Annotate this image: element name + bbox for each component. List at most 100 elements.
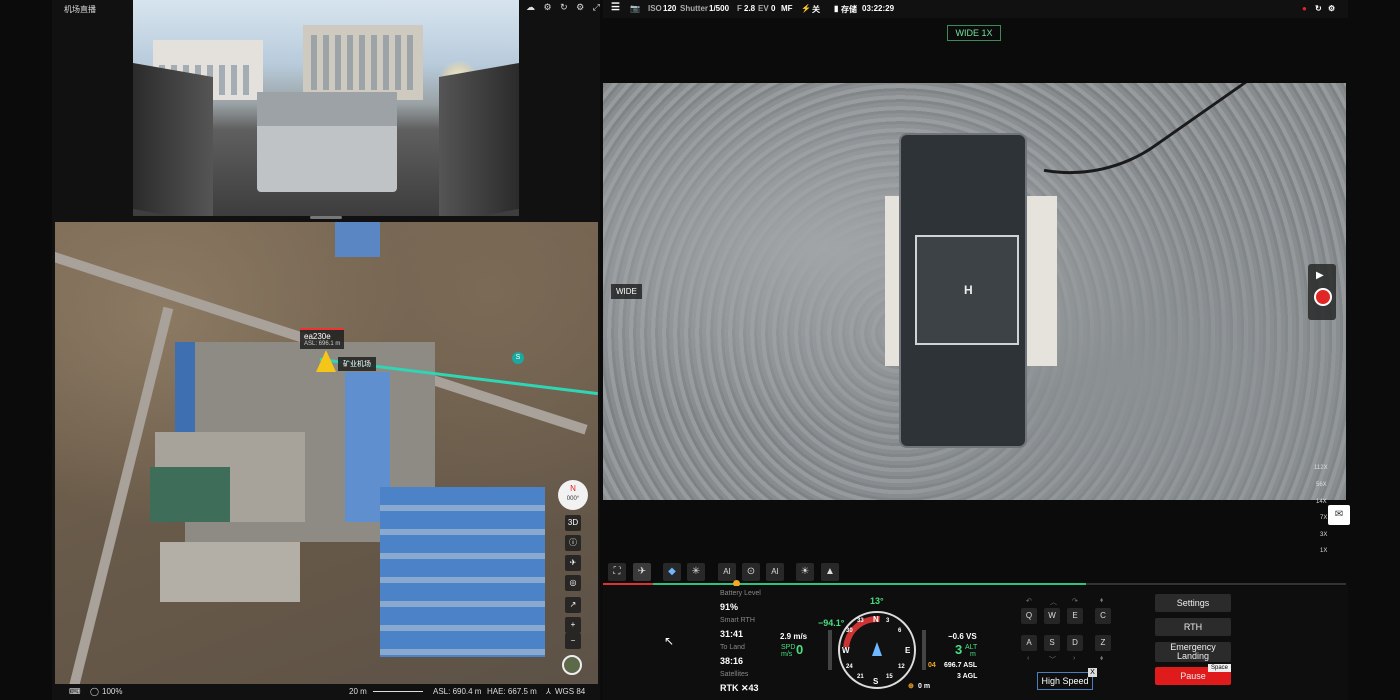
zoom-1x[interactable]: 1X bbox=[1320, 548, 1327, 554]
drone-tag[interactable]: ea230e ASL: 696.1 m bbox=[300, 328, 345, 349]
app-window: 机场直播 ☁ ⚙ ↻ ⚙ ⤢ ea230e ASL: 696.1 m 矿业机场 … bbox=[0, 0, 1400, 700]
lightning-icon: ⚡ bbox=[801, 4, 811, 13]
settings-button[interactable]: Settings bbox=[1155, 594, 1231, 612]
zoom-14x[interactable]: 14X bbox=[1316, 499, 1327, 505]
speed-mode-button[interactable]: High Speed bbox=[1037, 672, 1093, 690]
map-compass[interactable]: N 000° bbox=[558, 480, 588, 510]
key-c[interactable]: C bbox=[1095, 608, 1111, 624]
ai-tool-icon[interactable]: AI bbox=[766, 563, 784, 581]
settings-gear-icon[interactable]: ⚙ bbox=[1328, 4, 1335, 13]
record-button[interactable] bbox=[1314, 288, 1332, 306]
building-windows bbox=[311, 35, 415, 90]
key-e[interactable]: E bbox=[1067, 608, 1083, 624]
tick-15: 15 bbox=[886, 674, 893, 680]
ai-box-tool-icon[interactable]: AI bbox=[718, 563, 736, 581]
compass-n: N bbox=[570, 484, 576, 493]
warehouse-roof bbox=[380, 487, 545, 657]
ev-value[interactable]: 0 bbox=[771, 4, 775, 13]
key-s[interactable]: S bbox=[1044, 635, 1060, 651]
blue-roof bbox=[175, 342, 195, 432]
lens-side-label[interactable]: WIDE bbox=[611, 284, 642, 299]
flash-state[interactable]: 关 bbox=[812, 4, 820, 15]
compass-value: 000° bbox=[566, 496, 580, 502]
mission-progress-warning bbox=[603, 583, 653, 585]
waypoint-tool-icon[interactable]: ◆ bbox=[663, 563, 681, 581]
target-tool-icon[interactable]: ⊙ bbox=[742, 563, 760, 581]
iso-value[interactable]: 120 bbox=[663, 4, 676, 13]
speed-mode-close-button[interactable]: X bbox=[1088, 668, 1097, 677]
dock-tag[interactable]: 矿业机场 bbox=[338, 357, 376, 371]
light-tool-icon[interactable]: ☀ bbox=[796, 563, 814, 581]
map-info-button[interactable]: ⓘ bbox=[565, 535, 581, 551]
tick-24: 24 bbox=[846, 664, 853, 670]
focus-mode[interactable]: MF bbox=[781, 4, 793, 13]
tick-21: 21 bbox=[857, 674, 864, 680]
tick-30: 30 bbox=[846, 628, 853, 634]
alt-unit: m bbox=[970, 651, 976, 658]
zoom-112x[interactable]: 112X bbox=[1314, 465, 1328, 471]
grid-tool-icon[interactable]: ⛶ bbox=[608, 563, 626, 581]
fly-to-tool-icon[interactable]: ✈ bbox=[633, 563, 651, 581]
chat-icon[interactable]: ✉ bbox=[1328, 505, 1350, 525]
agl-value: 3 AGL bbox=[957, 673, 978, 680]
zoom-out-button[interactable]: − bbox=[565, 633, 581, 649]
zoom-3x[interactable]: 3X bbox=[1320, 532, 1327, 538]
spd-label: SPD bbox=[781, 644, 796, 651]
map-3d-button[interactable]: 3D bbox=[565, 515, 581, 531]
pitch-value: −94.1° bbox=[818, 618, 845, 628]
video-camera-icon[interactable]: ▶ bbox=[1316, 270, 1324, 281]
key-z[interactable]: Z bbox=[1095, 635, 1111, 651]
key-a[interactable]: A bbox=[1021, 635, 1037, 651]
menu-icon[interactable]: ☰ bbox=[611, 2, 620, 13]
zoom-56x[interactable]: 56X bbox=[1316, 482, 1327, 488]
dock-camera-feed[interactable] bbox=[133, 0, 519, 216]
rth-button[interactable]: RTH bbox=[1155, 618, 1231, 636]
split-handle[interactable] bbox=[310, 216, 342, 219]
storage-icon: ▮ bbox=[834, 4, 839, 13]
home-distance: 0 m bbox=[918, 683, 931, 690]
mission-progress-fill bbox=[603, 583, 1086, 585]
map-measure-button[interactable]: ↗ bbox=[565, 597, 581, 613]
emergency-landing-button[interactable]: Emergency Landing bbox=[1155, 642, 1231, 662]
navigate-tool-icon[interactable]: ▲ bbox=[821, 563, 839, 581]
drone-position-icon[interactable] bbox=[316, 350, 336, 372]
f-value[interactable]: 2.8 bbox=[744, 4, 755, 13]
key-d[interactable]: D bbox=[1067, 635, 1083, 651]
tick-6: 6 bbox=[898, 628, 902, 634]
to-land-label: To Land bbox=[720, 644, 745, 651]
map-view[interactable] bbox=[55, 222, 598, 684]
satellites-label: Satellites bbox=[720, 671, 749, 678]
refresh-icon[interactable]: ↻ bbox=[1315, 4, 1322, 13]
space-shortcut-badge: Space bbox=[1208, 664, 1232, 672]
hspeed-value: 2.9 m/s bbox=[780, 632, 808, 641]
building bbox=[303, 25, 423, 100]
key-w[interactable]: W bbox=[1044, 608, 1060, 624]
map-aircraft-button[interactable]: ✈ bbox=[565, 555, 581, 571]
tick-3: 3 bbox=[886, 618, 890, 624]
shutter-value[interactable]: 1/500 bbox=[709, 4, 729, 13]
map-layer-avatar[interactable] bbox=[562, 655, 582, 675]
route-start-badge[interactable]: S bbox=[512, 352, 524, 364]
drone-asl: ASL: 696.1 m bbox=[304, 341, 341, 347]
key-q[interactable]: Q bbox=[1021, 608, 1037, 624]
star-tool-icon[interactable]: ✳ bbox=[687, 563, 705, 581]
blue-roof bbox=[335, 222, 380, 257]
storage-label[interactable]: 存储 bbox=[841, 4, 857, 15]
map-scale: 20 m bbox=[349, 687, 367, 696]
map-locate-button[interactable]: ◎ bbox=[565, 575, 581, 591]
satellites-value: RTK ✕43 bbox=[720, 683, 759, 693]
smart-rth-value: 31:41 bbox=[720, 629, 744, 639]
dock-logo: H bbox=[964, 283, 973, 297]
keyboard-icon[interactable]: ⌨ bbox=[69, 687, 81, 696]
shutter-label: Shutter bbox=[680, 4, 708, 13]
lens-zoom-badge[interactable]: WIDE 1X bbox=[947, 25, 1001, 41]
feed-toolbar-icons[interactable]: ☁ ⚙ ↻ ⚙ ⤢ bbox=[526, 2, 603, 13]
building-roof bbox=[160, 542, 300, 602]
drone-camera-view[interactable]: H bbox=[603, 83, 1346, 500]
up-arrow-icon: ︿ bbox=[1050, 599, 1057, 606]
zoom-7x[interactable]: 7X bbox=[1320, 515, 1327, 521]
zoom-in-button[interactable]: + bbox=[565, 617, 581, 633]
map-status-bar: ⌨ ◯ 100% 20 m ASL: 690.4 m HAE: 667.5 m … bbox=[55, 684, 598, 700]
asl-value: 696.7 ASL bbox=[944, 662, 978, 669]
alt-value: 3 bbox=[955, 642, 963, 657]
